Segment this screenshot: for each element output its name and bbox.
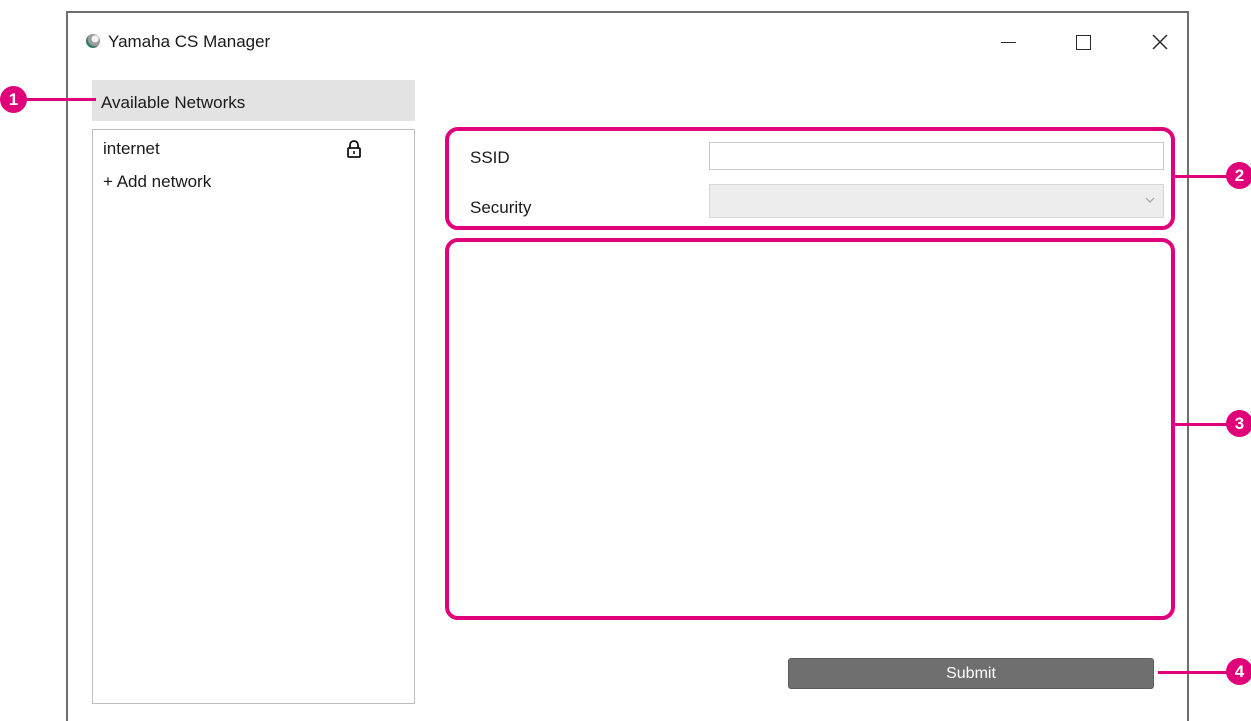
callout-line-3	[1171, 423, 1228, 426]
minimize-icon[interactable]	[990, 27, 1026, 57]
submit-button[interactable]: Submit	[788, 658, 1154, 689]
callout-line-4	[1158, 671, 1228, 674]
lock-icon	[347, 140, 361, 163]
network-list[interactable]: internet + Add network	[92, 129, 415, 704]
callout-line-1	[24, 98, 96, 101]
window-title: Yamaha CS Manager	[108, 32, 271, 51]
callout-line-2	[1171, 175, 1228, 178]
callout-box-3	[445, 238, 1175, 620]
add-network-item[interactable]: + Add network	[103, 172, 211, 192]
maximize-icon[interactable]	[1066, 27, 1102, 57]
callout-badge-4: 4	[1226, 658, 1251, 685]
available-networks-header: Available Networks	[92, 80, 415, 121]
close-icon[interactable]	[1142, 27, 1178, 57]
callout-badge-1: 1	[0, 86, 27, 113]
callout-box-2	[445, 127, 1175, 230]
network-item-internet[interactable]: internet	[103, 139, 160, 159]
app-logo-icon	[86, 34, 100, 48]
callout-badge-2: 2	[1226, 162, 1251, 189]
title-bar[interactable]: Yamaha CS Manager	[68, 13, 1187, 69]
callout-badge-3: 3	[1226, 410, 1251, 437]
